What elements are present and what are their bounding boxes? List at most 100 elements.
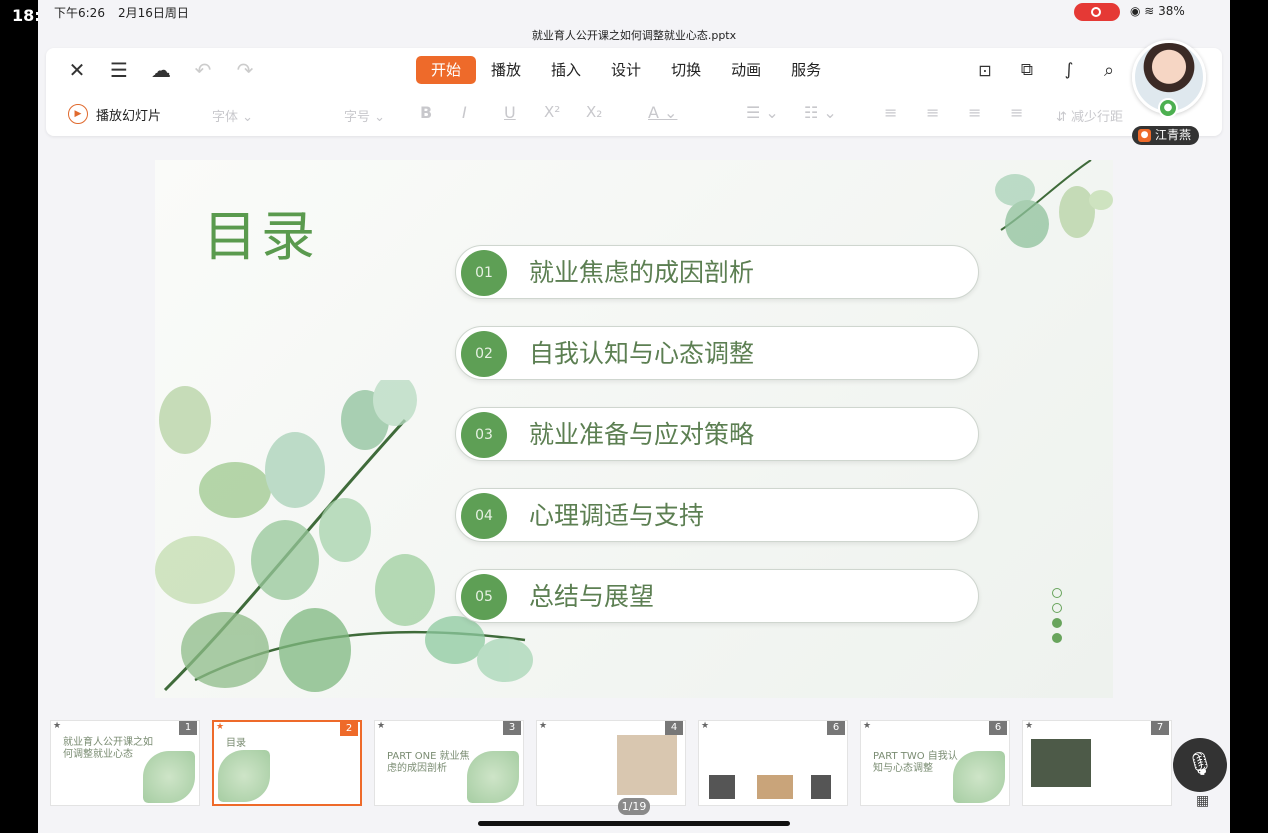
toc-item[interactable]: 02 自我认知与心态调整 <box>455 326 979 380</box>
ipad-screen: 下午6:26 2月16日周日 ◉ ≋ 38% 就业育人公开课之如何调整就业心态.… <box>38 0 1230 833</box>
user-icon: ● <box>1138 129 1151 142</box>
tab-start[interactable]: 开始 <box>416 56 477 84</box>
leaf-decoration-top-right <box>995 160 1113 248</box>
cloud-upload-icon[interactable]: ☁ <box>148 57 174 83</box>
leaf-image <box>467 751 519 803</box>
line-spacing-label: 减少行距 <box>1071 110 1124 125</box>
slide-dot <box>1052 603 1062 613</box>
tab-animation[interactable]: 动画 <box>716 56 776 84</box>
numbered-list-icon[interactable]: ☷ ⌄ <box>804 103 837 122</box>
star-icon: ★ <box>216 722 225 732</box>
play-slideshow-label: 播放幻灯片 <box>96 108 162 124</box>
user-name: 江青燕 <box>1155 128 1192 142</box>
toc-item-text: 就业准备与应对策略 <box>529 420 755 449</box>
mic-on-icon: ● <box>1158 98 1178 118</box>
font-family-select[interactable]: 字体 ⌄ <box>212 106 253 125</box>
tab-insert[interactable]: 插入 <box>536 56 596 84</box>
font-size-select[interactable]: 字号 ⌄ <box>344 106 385 125</box>
justify-icon[interactable]: ≡ <box>1010 103 1023 122</box>
leaf-image <box>218 750 270 802</box>
leaf-image <box>143 751 195 803</box>
italic-icon[interactable]: I <box>462 103 467 122</box>
tab-play[interactable]: 播放 <box>476 56 536 84</box>
home-indicator[interactable] <box>478 821 790 826</box>
subscript-icon[interactable]: X₂ <box>586 103 602 121</box>
pen-icon[interactable]: ∫ <box>1056 57 1082 83</box>
superscript-icon[interactable]: X² <box>544 103 560 121</box>
slide-title: 目录 <box>203 205 319 268</box>
thumbnail-text: 目录 <box>226 738 246 749</box>
toc-item-text: 自我认知与心态调整 <box>529 339 755 368</box>
bullet-list-icon[interactable]: ☰ ⌄ <box>746 103 779 122</box>
thumbnail-number: 4 <box>665 721 683 735</box>
page-counter: 1/19 <box>618 798 650 815</box>
tab-service[interactable]: 服务 <box>776 56 836 84</box>
star-icon: ★ <box>539 721 548 731</box>
screen-record-icon[interactable] <box>1074 3 1120 21</box>
thumbnail-number: 7 <box>1151 721 1169 735</box>
slide-thumbnail[interactable]: ★ 1 就业育人公开课之如何调整就业心态 <box>50 720 200 806</box>
thumbnail-image <box>811 775 831 799</box>
star-icon: ★ <box>701 721 710 731</box>
font-size-label: 字号 <box>344 110 371 125</box>
tab-transition[interactable]: 切换 <box>656 56 716 84</box>
status-bar: 下午6:26 2月16日周日 ◉ ≋ 38% <box>38 0 1230 24</box>
thumbnail-image <box>757 775 793 799</box>
leaf-image <box>953 751 1005 803</box>
slide-canvas[interactable]: 目录 01 就业焦虑的成因剖析 02 自我认知与心态调整 03 就业准备与应对策… <box>155 160 1113 698</box>
toc-item[interactable]: 01 就业焦虑的成因剖析 <box>455 245 979 299</box>
thumbnail-number: 3 <box>503 721 521 735</box>
slide-dot <box>1052 588 1062 598</box>
toc-item-text: 就业焦虑的成因剖析 <box>529 258 755 287</box>
play-slideshow-button[interactable]: ▶ 播放幻灯片 <box>68 100 161 128</box>
slide-thumbnail[interactable]: ★ 2 目录 <box>212 720 362 806</box>
thumbnail-text: PART ONE 就业焦虑的成因剖析 <box>387 751 470 774</box>
menu-icon[interactable]: ☰ <box>106 57 132 83</box>
status-time: 下午6:26 <box>54 6 105 20</box>
toc-item[interactable]: 03 就业准备与应对策略 <box>455 407 979 461</box>
close-icon[interactable]: ✕ <box>64 57 90 83</box>
slide-thumbnail[interactable]: ★ 4 <box>536 720 686 806</box>
page-number-icon[interactable]: ⊡ <box>972 57 998 83</box>
toc-item-number: 03 <box>461 412 507 458</box>
toc-item[interactable]: 04 心理调适与支持 <box>455 488 979 542</box>
star-icon: ★ <box>53 721 62 731</box>
star-icon: ★ <box>1025 721 1034 731</box>
slide-thumbnail[interactable]: ★ 7 <box>1022 720 1172 806</box>
slide-thumbnail[interactable]: ★ 3 PART ONE 就业焦虑的成因剖析 <box>374 720 524 806</box>
font-color-icon[interactable]: A ⌄ <box>648 103 677 122</box>
tab-design[interactable]: 设计 <box>596 56 656 84</box>
status-date: 2月16日周日 <box>118 6 189 20</box>
slide-thumbnail[interactable]: ★ 6 <box>698 720 848 806</box>
mic-muted-icon[interactable]: 🎙 <box>1173 738 1227 792</box>
search-icon[interactable]: ⌕ <box>1096 57 1122 83</box>
book-icon[interactable]: ⧉ <box>1014 57 1040 83</box>
star-icon: ★ <box>377 721 386 731</box>
bold-icon[interactable]: B <box>420 103 432 122</box>
slide-thumbnail[interactable]: ★ 6 PART TWO 自我认知与心态调整 <box>860 720 1010 806</box>
user-name-tag: ● 江青燕 <box>1132 126 1200 145</box>
thumbnail-number: 6 <box>989 721 1007 735</box>
thumbnail-text: 就业育人公开课之如何调整就业心态 <box>63 737 153 760</box>
align-center-icon[interactable]: ≡ <box>926 103 939 122</box>
toc-item-text: 总结与展望 <box>529 582 655 611</box>
thumbnail-number: 6 <box>827 721 845 735</box>
toc-item[interactable]: 05 总结与展望 <box>455 569 979 623</box>
undo-icon[interactable]: ↶ <box>190 57 216 83</box>
play-icon: ▶ <box>68 104 88 124</box>
font-family-label: 字体 <box>212 110 239 125</box>
align-left-icon[interactable]: ≡ <box>884 103 897 122</box>
redo-icon[interactable]: ↷ <box>232 57 258 83</box>
star-icon: ★ <box>863 721 872 731</box>
line-spacing-button[interactable]: ⇵ 减少行距 <box>1056 106 1123 125</box>
toc-item-number: 02 <box>461 331 507 377</box>
align-right-icon[interactable]: ≡ <box>968 103 981 122</box>
thumbnail-image <box>1031 739 1091 787</box>
battery-level: ◉ ≋ 38% <box>1130 4 1185 18</box>
thumbnail-image <box>617 735 677 795</box>
document-title: 就业育人公开课之如何调整就业心态.pptx <box>531 29 737 42</box>
grid-view-icon[interactable]: ▦ <box>1196 793 1209 809</box>
battery-percent: 38% <box>1158 4 1185 18</box>
underline-icon[interactable]: U <box>504 103 516 122</box>
slide-dot <box>1052 618 1062 628</box>
